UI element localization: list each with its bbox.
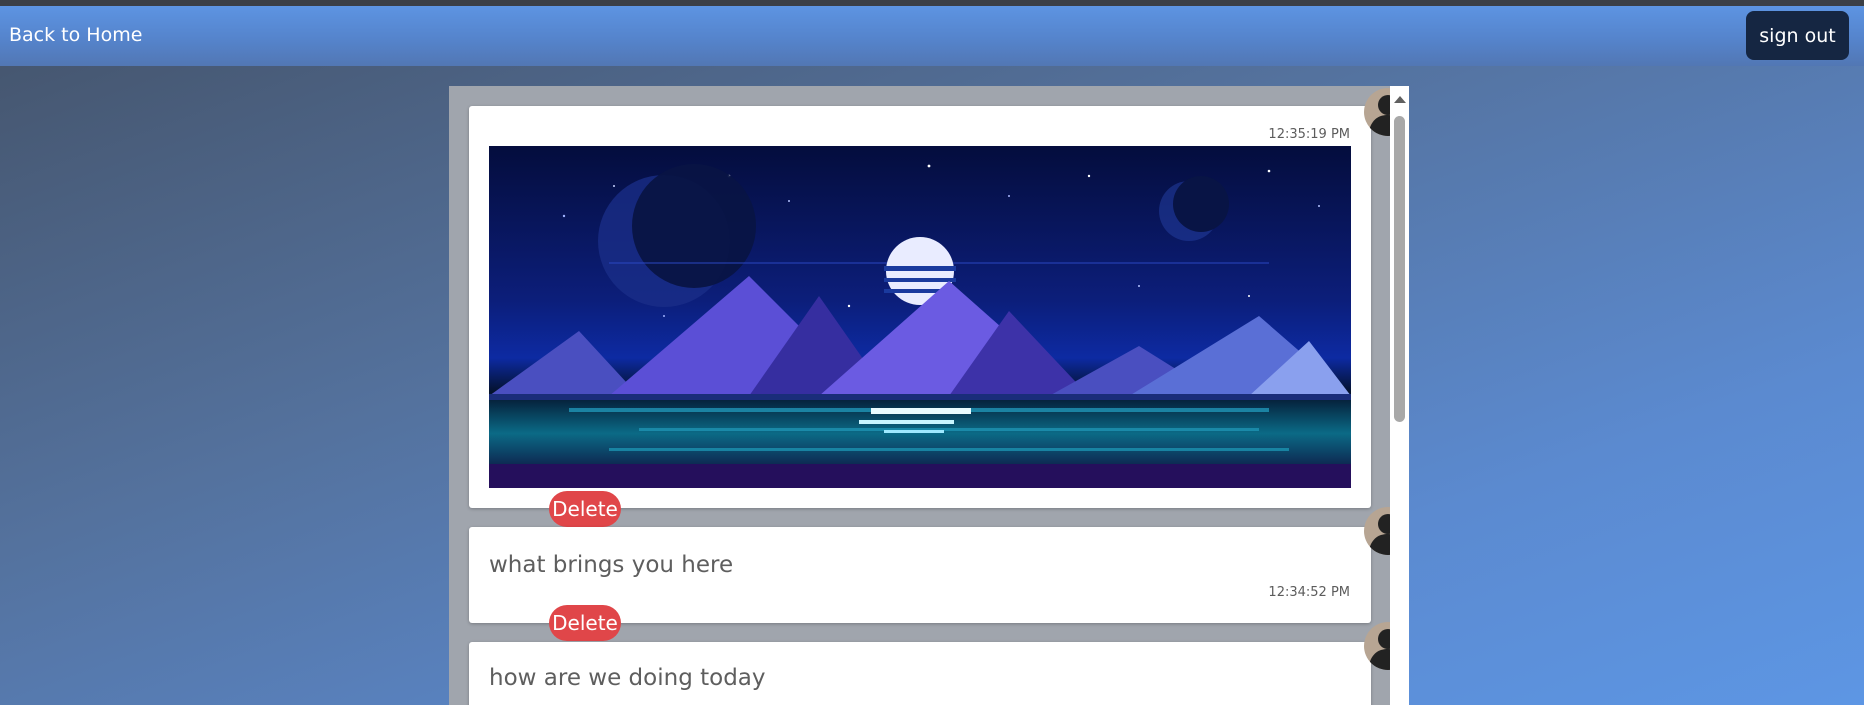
sign-out-button[interactable]: sign out bbox=[1746, 11, 1849, 60]
navbar: Back to Home sign out bbox=[0, 6, 1864, 66]
back-to-home-link[interactable]: Back to Home bbox=[9, 24, 142, 46]
message-image bbox=[489, 146, 1351, 488]
message-timestamp: 12:35:19 PM bbox=[1268, 127, 1350, 142]
chat-scrollbar[interactable] bbox=[1390, 86, 1409, 705]
delete-button[interactable]: Delete bbox=[549, 605, 621, 641]
scroll-up-arrow-icon[interactable] bbox=[1394, 96, 1406, 103]
scroll-thumb[interactable] bbox=[1394, 116, 1405, 422]
message-card-text: what brings you here 12:34:52 PM Delete bbox=[469, 507, 1409, 641]
delete-button[interactable]: Delete bbox=[549, 491, 621, 527]
message-text: how are we doing today bbox=[489, 665, 766, 691]
chat-panel[interactable]: 12:35:19 PM Delete what brings you here … bbox=[449, 86, 1409, 705]
message-card-text: how are we doing today bbox=[469, 622, 1409, 705]
message-text: what brings you here bbox=[489, 552, 734, 578]
message-timestamp: 12:34:52 PM bbox=[1268, 585, 1350, 600]
message-card-image: 12:35:19 PM Delete bbox=[469, 88, 1409, 527]
